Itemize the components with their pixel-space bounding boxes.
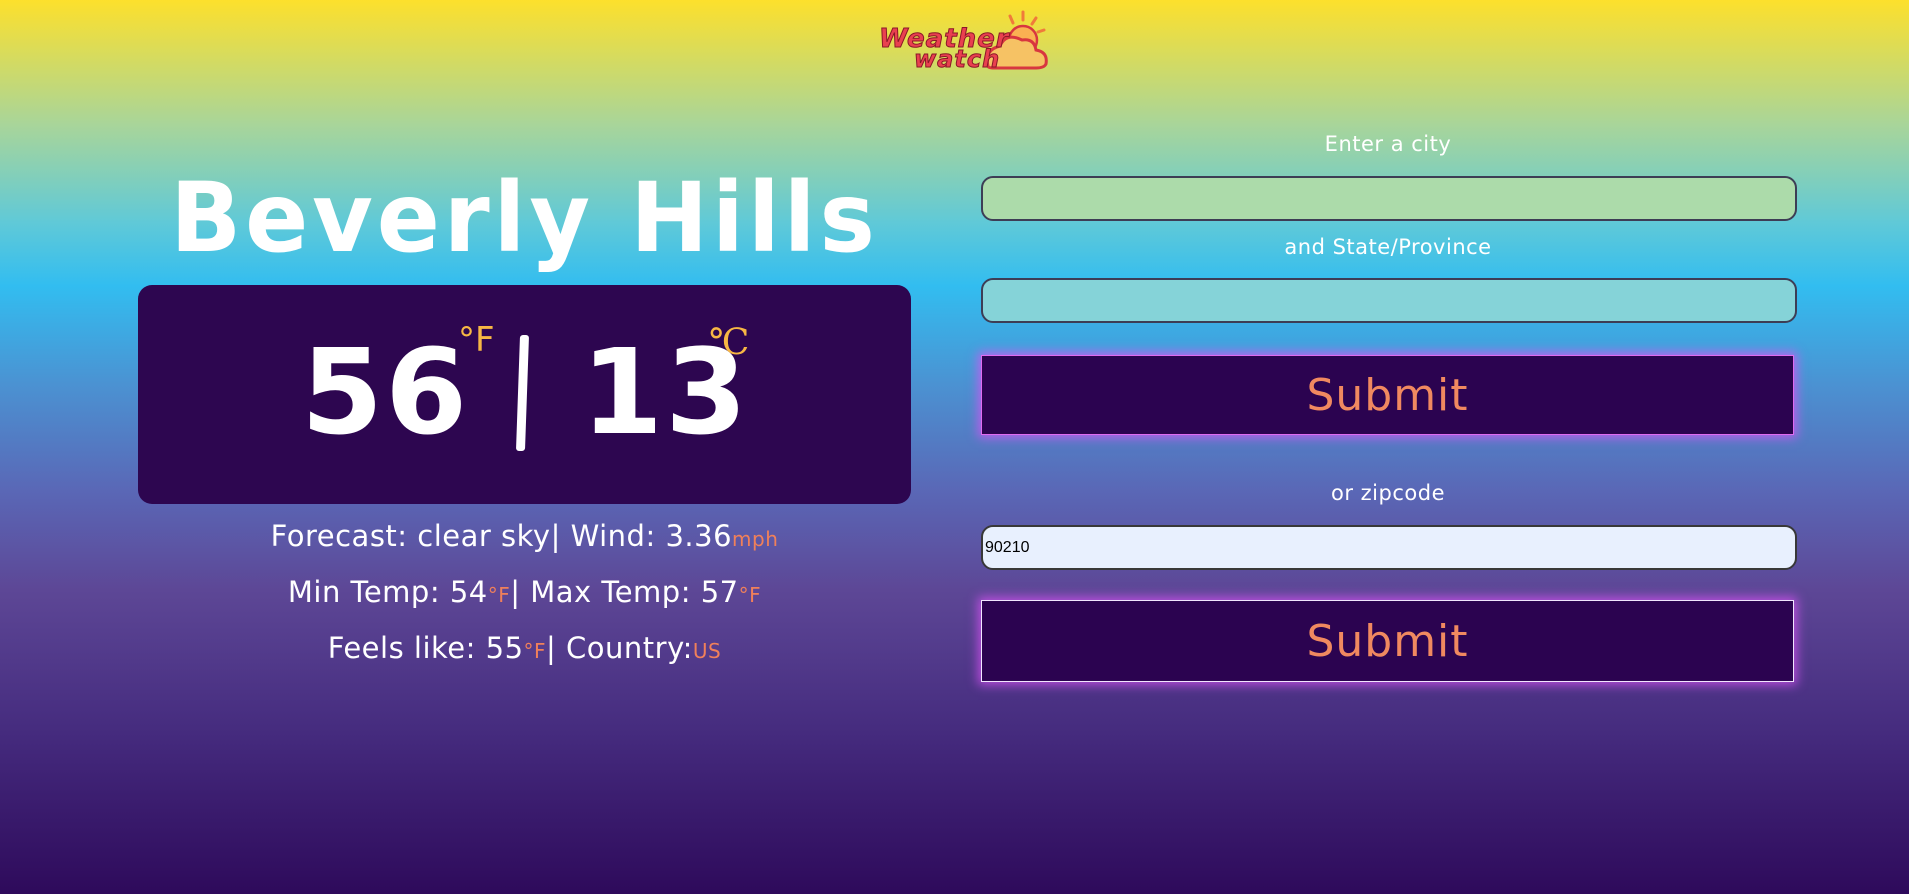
state-input[interactable] — [981, 278, 1797, 323]
feels-like-unit: °F — [523, 639, 547, 663]
max-temp-label: | Max Temp: — [510, 575, 701, 609]
weather-watch-logo: Weather watch — [876, 10, 1056, 74]
feels-like-value: 55 — [485, 631, 524, 665]
country-value: US — [692, 639, 722, 663]
temperature-fahrenheit: 56 — [301, 323, 470, 461]
city-label: Enter a city — [1324, 132, 1452, 156]
zipcode-input[interactable] — [981, 525, 1797, 570]
forecast-value: clear sky — [417, 519, 551, 553]
forecast-label: Forecast: — [270, 519, 418, 553]
city-submit-button[interactable]: Submit — [981, 355, 1794, 435]
state-label: and State/Province — [1284, 235, 1492, 259]
city-input[interactable] — [981, 176, 1797, 221]
zipcode-submit-button[interactable]: Submit — [981, 600, 1794, 682]
feels-country-line: Feels like: 55°F| Country:US — [138, 630, 911, 669]
wind-unit: mph — [732, 527, 779, 551]
max-temp-unit: °F — [738, 583, 762, 607]
fahrenheit-unit: °F — [458, 320, 495, 360]
logo-text-watch: watch — [913, 45, 1001, 73]
min-temp-label: Min Temp: — [287, 575, 450, 609]
min-max-temp-line: Min Temp: 54°F| Max Temp: 57°F — [138, 574, 911, 613]
forecast-wind-line: Forecast: clear sky| Wind: 3.36mph — [138, 518, 911, 557]
min-temp-unit: °F — [487, 583, 511, 607]
wind-label: | Wind: — [550, 519, 666, 553]
wind-value: 3.36 — [665, 519, 733, 553]
max-temp-value: 57 — [700, 575, 739, 609]
zipcode-label: or zipcode — [1331, 481, 1445, 505]
country-label: | Country: — [546, 631, 693, 665]
feels-like-label: Feels like: — [327, 631, 486, 665]
min-temp-value: 54 — [449, 575, 488, 609]
celsius-unit: ℃ — [709, 322, 750, 363]
temperature-divider — [515, 335, 530, 451]
temperature-panel: 56 °F 13 ℃ — [138, 285, 911, 504]
city-name: Beverly Hills — [170, 162, 879, 274]
